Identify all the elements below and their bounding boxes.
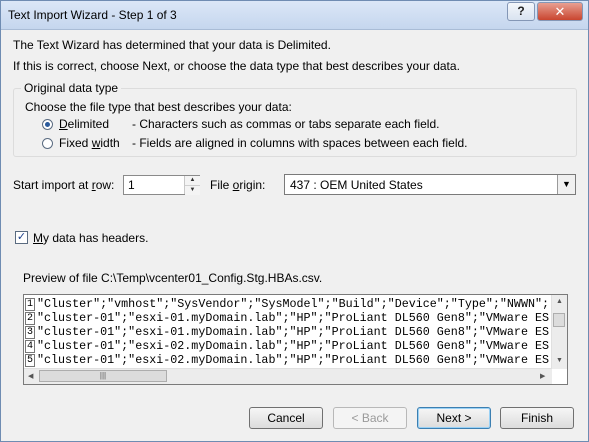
scroll-left-icon[interactable]: ◀ bbox=[28, 372, 33, 380]
finish-button[interactable]: Finish bbox=[500, 407, 574, 429]
scroll-right-icon[interactable]: ▶ bbox=[540, 372, 545, 380]
my-data-has-headers-label[interactable]: My data has headers. bbox=[33, 231, 148, 245]
original-data-type-legend: Original data type bbox=[21, 81, 122, 95]
title-bar: Text Import Wizard - Step 1 of 3 ? ✕ bbox=[1, 1, 588, 30]
file-type-prompt: Choose the file type that best describes… bbox=[25, 100, 292, 114]
intro-line-2: If this is correct, choose Next, or choo… bbox=[13, 59, 460, 73]
spin-down-icon[interactable]: ▼ bbox=[185, 186, 200, 195]
preview-rows: 1 "Cluster";"vmhost";"SysVendor";"SysMode… bbox=[25, 297, 553, 367]
delimited-description: - Characters such as commas or tabs sepa… bbox=[132, 117, 440, 131]
horizontal-scroll-thumb[interactable]: ||| bbox=[39, 370, 167, 382]
preview-row: 1 "Cluster";"vmhost";"SysVendor";"SysMode… bbox=[25, 297, 549, 311]
preview-row: 4 "cluster-01";"esxi-02.myDomain.lab";"HP… bbox=[25, 339, 549, 353]
text-import-wizard-dialog: Text Import Wizard - Step 1 of 3 ? ✕ The… bbox=[0, 0, 589, 442]
start-import-spinner[interactable]: ▲ ▼ bbox=[184, 176, 200, 195]
my-data-has-headers-checkbox[interactable]: ✓ bbox=[15, 231, 28, 244]
scroll-down-icon[interactable]: ▼ bbox=[556, 357, 563, 364]
fixed-width-label[interactable]: Fixed width bbox=[59, 136, 120, 150]
close-button[interactable]: ✕ bbox=[537, 2, 583, 21]
next-button[interactable]: Next > bbox=[417, 407, 491, 429]
scroll-up-icon[interactable]: ▲ bbox=[556, 298, 563, 305]
preview-label: Preview of file C:\Temp\vcenter01_Config… bbox=[23, 271, 323, 285]
delimited-radio[interactable] bbox=[42, 119, 53, 130]
preview-row: 5 "cluster-01";"esxi-02.myDomain.lab";"HP… bbox=[25, 353, 549, 367]
horizontal-scrollbar[interactable]: ◀ ||| ▶ bbox=[24, 368, 552, 384]
delimited-label[interactable]: Delimited bbox=[59, 117, 109, 131]
window-title: Text Import Wizard - Step 1 of 3 bbox=[8, 8, 177, 22]
file-origin-select[interactable]: 437 : OEM United States ▼ bbox=[284, 174, 576, 195]
fixed-width-description: - Fields are aligned in columns with spa… bbox=[132, 136, 468, 150]
start-import-label: Start import at row: bbox=[13, 178, 115, 192]
preview-row: 3 "cluster-01";"esxi-01.myDomain.lab";"HP… bbox=[25, 325, 549, 339]
file-preview-pane[interactable]: 1 "Cluster";"vmhost";"SysVendor";"SysMode… bbox=[23, 294, 568, 385]
spin-up-icon[interactable]: ▲ bbox=[185, 176, 200, 186]
fixed-width-radio[interactable] bbox=[42, 138, 53, 149]
back-button[interactable]: < Back bbox=[333, 407, 407, 429]
chevron-down-icon[interactable]: ▼ bbox=[557, 175, 575, 194]
cancel-button[interactable]: Cancel bbox=[249, 407, 323, 429]
file-origin-value: 437 : OEM United States bbox=[290, 178, 423, 192]
intro-line-1: The Text Wizard has determined that your… bbox=[13, 38, 331, 52]
vertical-scrollbar[interactable]: ▲ ▼ bbox=[551, 295, 567, 369]
file-origin-label: File origin: bbox=[210, 178, 266, 192]
help-button[interactable]: ? bbox=[507, 2, 535, 21]
vertical-scroll-thumb[interactable] bbox=[553, 313, 565, 327]
preview-row: 2 "cluster-01";"esxi-01.myDomain.lab";"HP… bbox=[25, 311, 549, 325]
